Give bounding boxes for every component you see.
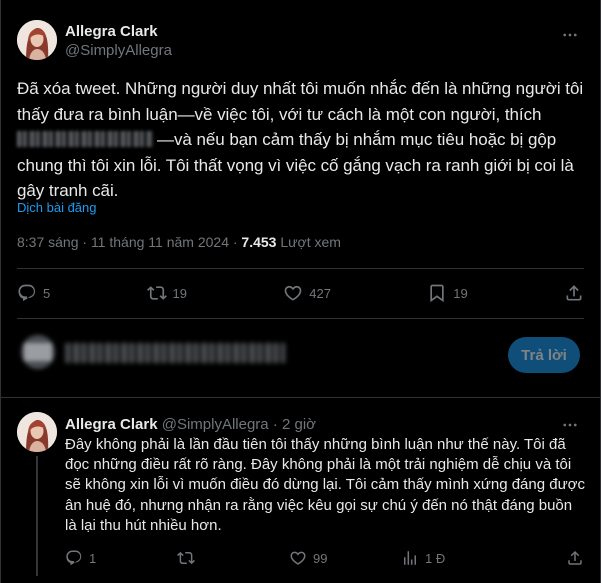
views-icon (404, 551, 416, 565)
reply-icon (18, 284, 36, 302)
reply-age[interactable]: · 2 giờ (269, 416, 316, 433)
tweet-actions: 5 19 427 19 (17, 281, 584, 305)
translate-link[interactable]: Dịch bài đăng (17, 200, 97, 215)
author-name[interactable]: Allegra Clark (65, 23, 172, 41)
more-icon[interactable] (560, 415, 580, 435)
share-icon (568, 550, 582, 565)
views-label: Lượt xem (276, 234, 341, 250)
reply-author-handle[interactable]: @SimplyAllegra (162, 416, 269, 433)
reply-composer: Trả lời (17, 323, 584, 383)
reply-text: Đây không phải là lần đầu tiên tôi thấy … (65, 436, 585, 534)
repost-button[interactable] (177, 549, 289, 567)
reply-count: 1 (89, 550, 97, 566)
repost-button[interactable]: 19 (146, 283, 187, 303)
reply-author-name[interactable]: Allegra Clark (65, 416, 158, 433)
repost-icon (177, 551, 195, 565)
avatar[interactable] (17, 20, 57, 60)
views-count: 1 Đ (425, 550, 446, 566)
reply-actions: 1 99 1 Đ (65, 548, 584, 568)
reply-header: Allegra Clark @SimplyAllegra · 2 giờ (65, 415, 316, 435)
tweet-text: Đã xóa tweet. Những người duy nhất tôi m… (17, 76, 585, 204)
views-count: 7.453 (241, 234, 277, 250)
reply-icon (66, 550, 82, 566)
like-icon (284, 285, 302, 301)
reply-tweet[interactable]: Allegra Clark @SimplyAllegra · 2 giờ Đây… (1, 398, 600, 583)
views-button[interactable]: 1 Đ (401, 549, 513, 567)
reply-submit-button[interactable]: Trả lời (508, 337, 580, 373)
share-icon (566, 285, 582, 301)
tweet-header: Allegra Clark @SimplyAllegra (17, 17, 584, 65)
reply-button[interactable]: 1 (65, 549, 177, 567)
author-handle[interactable]: @SimplyAllegra (65, 41, 172, 61)
tweet-meta: 8:37 sáng · 11 tháng 11 năm 2024 · 7.453… (17, 233, 341, 251)
divider (17, 318, 584, 319)
reply-count: 5 (43, 285, 51, 301)
reply-button[interactable]: 5 (17, 283, 50, 303)
like-icon (290, 551, 306, 565)
bookmark-button[interactable]: 19 (427, 283, 468, 303)
like-count: 99 (313, 550, 328, 566)
thread-line (36, 456, 38, 576)
like-button[interactable]: 427 (283, 283, 331, 303)
repost-icon (146, 286, 167, 300)
repost-count: 19 (172, 285, 187, 301)
author-block[interactable]: Allegra Clark @SimplyAllegra (65, 23, 172, 61)
more-icon[interactable] (560, 25, 580, 45)
reply-input[interactable] (65, 343, 285, 363)
bookmark-icon (430, 284, 444, 303)
tweet-detail-view: Allegra Clark @SimplyAllegra Đã xóa twee… (0, 0, 601, 583)
share-button[interactable] (564, 283, 584, 303)
user-avatar (21, 335, 55, 369)
avatar[interactable] (17, 412, 57, 452)
divider (17, 268, 584, 269)
timestamp[interactable]: 8:37 sáng · 11 tháng 11 năm 2024 · (17, 234, 241, 250)
like-count: 427 (309, 285, 331, 301)
like-button[interactable]: 99 (289, 549, 401, 567)
redacted-text (17, 131, 153, 147)
tweet-text-part-1: Đã xóa tweet. Những người duy nhất tôi m… (17, 79, 584, 124)
bookmark-count: 19 (453, 285, 468, 301)
share-button[interactable] (566, 549, 584, 567)
